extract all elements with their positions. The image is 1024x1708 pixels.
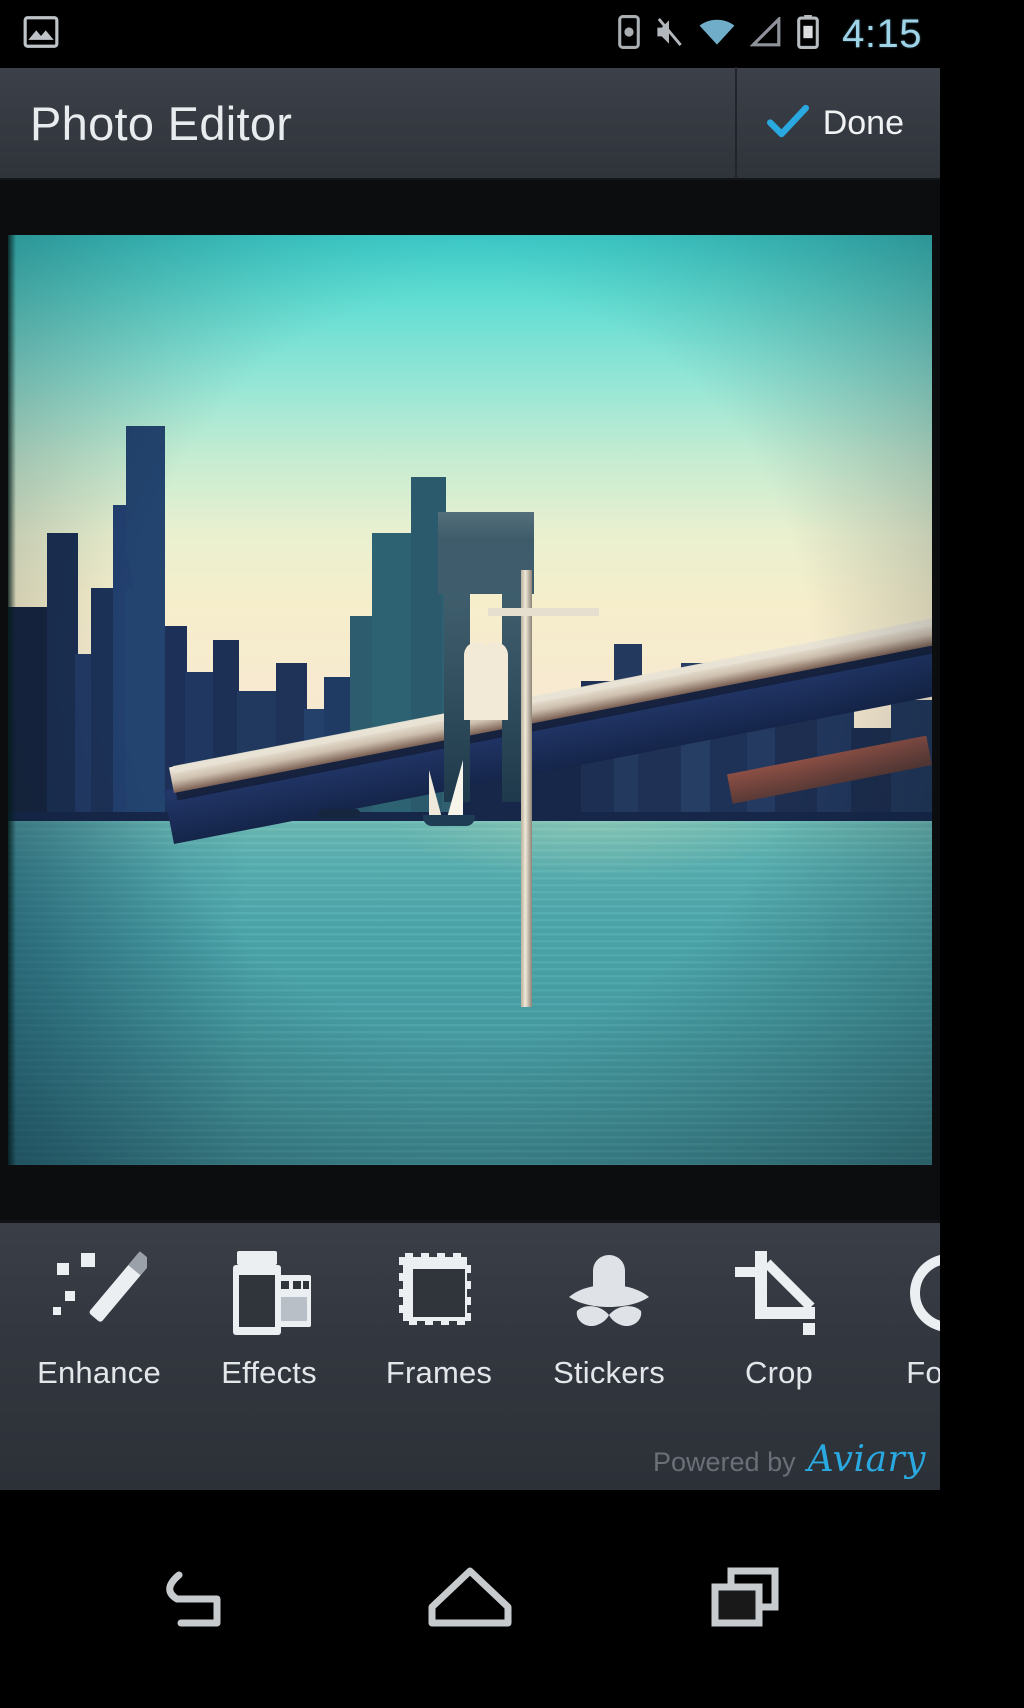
tool-stickers[interactable]: Stickers: [524, 1223, 694, 1391]
powered-by-text: Powered by: [653, 1447, 796, 1477]
magic-wand-icon: [51, 1245, 147, 1341]
tool-label: Focus: [906, 1355, 940, 1390]
photo-sailboat: [419, 756, 479, 830]
status-bar-clock: 4:15: [842, 11, 922, 56]
focus-target-icon: [901, 1245, 940, 1341]
photo-small-boat: [317, 809, 360, 819]
device-content-frame: 4:15 Photo Editor Done Enhance Effects F…: [0, 0, 940, 1708]
recents-icon[interactable]: [699, 1551, 791, 1648]
done-button[interactable]: Done: [734, 67, 940, 179]
android-navigation-bar: [0, 1490, 940, 1708]
tool-effects[interactable]: Effects: [184, 1223, 354, 1391]
tool-frames[interactable]: Frames: [354, 1223, 524, 1391]
status-bar: 4:15: [0, 0, 940, 68]
tool-label: Crop: [745, 1355, 813, 1390]
home-icon[interactable]: [420, 1551, 520, 1648]
hat-mustache-icon: [561, 1245, 657, 1341]
photo-left-edge: [8, 235, 16, 1165]
status-bar-left-icons: [22, 13, 60, 56]
page-title: Photo Editor: [30, 96, 293, 150]
tool-label: Frames: [385, 1355, 493, 1390]
crop-icon: [731, 1245, 827, 1341]
letterbox-gutter: [940, 0, 1024, 1708]
photo-frame-icon: [391, 1245, 487, 1341]
done-label: Done: [822, 103, 904, 142]
tool-crop[interactable]: Crop: [694, 1223, 864, 1391]
film-roll-icon: [221, 1245, 317, 1341]
back-arrow-icon[interactable]: [149, 1551, 241, 1648]
check-icon: [766, 104, 809, 143]
battery-icon: [796, 14, 820, 54]
android-photo-editor-screen: 4:15 Photo Editor Done Enhance Effects F…: [0, 0, 1024, 1708]
wifi-icon: [698, 17, 736, 52]
tool-label: Enhance: [37, 1355, 161, 1390]
tool-label: Effects: [221, 1355, 317, 1390]
vibrate-icon: [654, 16, 684, 53]
cell-signal-icon: [749, 14, 782, 52]
tool-enhance[interactable]: Enhance: [14, 1223, 184, 1391]
photo-preview[interactable]: [8, 235, 932, 1165]
gallery-icon: [22, 13, 60, 56]
action-bar: Photo Editor Done: [0, 67, 940, 180]
tool-focus[interactable]: Focus: [864, 1223, 940, 1391]
sim-card-icon: [618, 14, 640, 54]
tool-strip[interactable]: Enhance Effects Frames Stickers Crop Fo: [0, 1223, 940, 1428]
tool-tray: Enhance Effects Frames Stickers Crop Fo …: [0, 1220, 940, 1490]
editor-canvas-stage[interactable]: [0, 180, 940, 1220]
tool-label: Stickers: [553, 1355, 665, 1390]
powered-by-row: Powered by Aviary: [653, 1439, 926, 1480]
aviary-logo: Aviary: [807, 1439, 926, 1480]
status-bar-right-icons: 4:15: [618, 12, 930, 57]
